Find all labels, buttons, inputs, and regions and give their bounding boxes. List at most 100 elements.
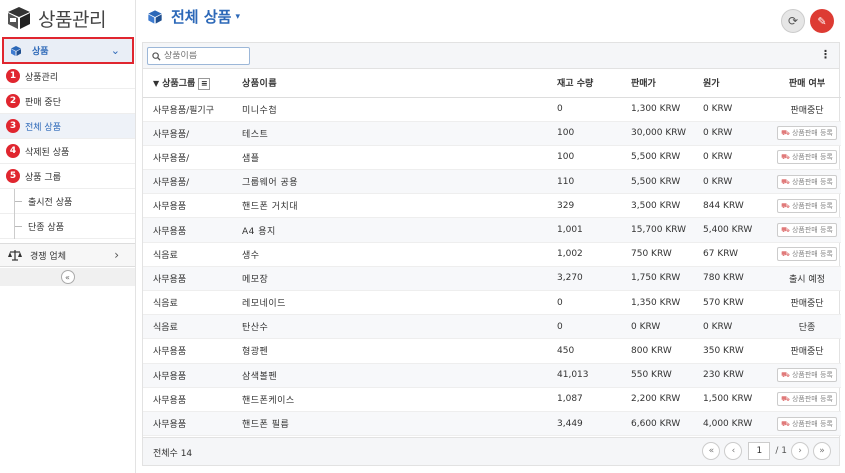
cell-status: 판매중단 xyxy=(773,97,841,122)
cell-name: 핸드폰 거치대 xyxy=(242,193,557,219)
register-sale-button[interactable]: ⛟ 상품판매 등록 xyxy=(777,392,837,407)
number-badge: 3 xyxy=(6,119,20,133)
register-sale-button[interactable]: ⛟ 상품판매 등록 xyxy=(777,247,837,262)
table-row[interactable]: 사무용품/테스트 100 30,000 KRW 0 KRW ⛟ 상품판매 등록 xyxy=(143,121,841,146)
edit-button[interactable]: ✎ xyxy=(810,9,834,33)
cube-icon xyxy=(11,45,21,56)
table-row[interactable]: 사무용품 메모장 3,270 1,750 KRW 780 KRW 출시 예정 xyxy=(143,266,841,292)
register-sale-button[interactable]: ⛟ 상품판매 등록 xyxy=(777,150,837,165)
pencil-icon: ✎ xyxy=(817,14,827,28)
table-row[interactable]: 사무용품 A4 용지 1,001 15,700 KRW 5,400 KRW ⛟ 상품판매 등… xyxy=(143,217,841,243)
column-menu-icon[interactable]: ≡ xyxy=(198,77,211,90)
first-page-button[interactable]: « xyxy=(702,442,721,460)
cell-status: ⛟ 상품판매 등록 xyxy=(773,169,841,195)
pagination: « ‹ 1 / 1 › » xyxy=(698,442,831,460)
table-row[interactable]: 사무용품 핸드폰케이스 1,087 2,200 KRW 1,500 KRW ⛟ 상품판매 등… xyxy=(143,387,841,412)
column-header-status[interactable]: 판매 여부 xyxy=(773,69,841,98)
page-total: / 1 xyxy=(775,446,787,456)
cell-status: ⛟ 상품판매 등록 xyxy=(773,217,841,243)
column-header-cost[interactable]: 원가 xyxy=(703,69,773,98)
sidebar-item-label: 전체 상품 xyxy=(25,122,61,133)
sidebar-item-label: 상품관리 xyxy=(25,72,59,83)
cell-price: 2,200 KRW xyxy=(631,387,703,412)
cell-group: 식음료 xyxy=(143,314,242,340)
cell-price: 1,300 KRW xyxy=(631,97,703,122)
sidebar-item-deleted-products[interactable]: 4 삭제된 상품 xyxy=(0,139,135,164)
table-row[interactable]: 사무용품/샘플 100 5,500 KRW 0 KRW ⛟ 상품판매 등록 xyxy=(143,145,841,171)
sidebar-subitem-label: 출시전 상품 xyxy=(28,197,73,208)
sidebar-section-products[interactable]: 상품 ⌄ xyxy=(2,37,134,64)
register-sale-button[interactable]: ⛟ 상품판매 등록 xyxy=(777,198,837,213)
cart-icon: ⛟ xyxy=(781,371,790,380)
app-title: 상품관리 xyxy=(38,8,106,31)
register-sale-button[interactable]: ⛟ 상품판매 등록 xyxy=(777,174,837,189)
cell-name: 샘플 xyxy=(242,145,557,171)
search-input[interactable] xyxy=(164,51,249,61)
table-toolbar: ⋮ xyxy=(143,43,839,69)
cell-stock: 100 xyxy=(557,121,631,146)
cell-status: ⛟ 상품판매 등록 xyxy=(773,387,841,412)
column-header-price[interactable]: 판매가 xyxy=(631,69,703,98)
cell-group: 사무용품 xyxy=(143,338,242,364)
sidebar-item-all-products[interactable]: 3 전체 상품 xyxy=(0,114,135,139)
register-sale-button[interactable]: ⛟ 상품판매 등록 xyxy=(777,416,837,431)
sidebar-item-label: 삭제된 상품 xyxy=(25,147,70,158)
cell-name: 메모장 xyxy=(242,266,557,292)
cell-group: 사무용품 xyxy=(143,363,242,388)
table-row[interactable]: 사무용품 형광펜 450 800 KRW 350 KRW 판매중단 xyxy=(143,338,841,364)
table-row[interactable]: 사무용품/그룹웨어 공용 110 5,500 KRW 0 KRW ⛟ 상품판매 등록 xyxy=(143,169,841,195)
cell-cost: 780 KRW xyxy=(703,266,773,292)
tree-line xyxy=(14,189,15,239)
sidebar-item-discontinued-sales[interactable]: 2 판매 중단 xyxy=(0,89,135,114)
cell-status: ⛟ 상품판매 등록 xyxy=(773,363,841,388)
column-header-stock[interactable]: 재고 수량 xyxy=(557,69,631,98)
cell-name: 테스트 xyxy=(242,121,557,146)
cell-stock: 0 xyxy=(557,290,631,316)
cell-status: ⛟ 상품판매 등록 xyxy=(773,411,841,437)
register-sale-button[interactable]: ⛟ 상품판매 등록 xyxy=(777,368,837,383)
cell-group: 식음료 xyxy=(143,290,242,316)
column-header-name[interactable]: 상품이름 xyxy=(242,69,557,98)
cell-price: 5,500 KRW xyxy=(631,169,703,195)
sidebar-subitem-prelaunch[interactable]: 출시전 상품 xyxy=(0,189,135,214)
table-row[interactable]: 식음료 탄산수 0 0 KRW 0 KRW 단종 xyxy=(143,314,841,340)
search-box[interactable] xyxy=(147,47,250,65)
refresh-button[interactable]: ⟳ xyxy=(781,9,805,33)
table-row[interactable]: 사무용품 핸드폰 필름 3,449 6,600 KRW 4,000 KRW ⛟ 상품판매 등… xyxy=(143,411,841,437)
register-sale-button[interactable]: ⛟ 상품판매 등록 xyxy=(777,126,837,141)
cell-name: 핸드폰케이스 xyxy=(242,387,557,412)
search-icon xyxy=(152,51,161,61)
table-row[interactable]: 식음료 레모네이드 0 1,350 KRW 570 KRW 판매중단 xyxy=(143,290,841,316)
table-row[interactable]: 사무용품 핸드폰 거치대 329 3,500 KRW 844 KRW ⛟ 상품판매 등록 xyxy=(143,193,841,219)
table-row[interactable]: 식음료 생수 1,002 750 KRW 67 KRW ⛟ 상품판매 등록 xyxy=(143,242,841,267)
sidebar-subitem-discontinued[interactable]: 단종 상품 xyxy=(0,214,135,239)
filter-icon[interactable]: ▼ xyxy=(153,79,159,88)
sidebar-item-competitors[interactable]: 경쟁 업체 › xyxy=(0,243,135,267)
more-options-icon[interactable]: ⋮ xyxy=(820,48,831,61)
cell-price: 5,500 KRW xyxy=(631,145,703,171)
page-title[interactable]: 전체 상품 ▾ xyxy=(147,6,240,27)
page-title-text: 전체 상품 xyxy=(171,8,232,26)
table-row[interactable]: 사무용품/필기구 미니수첩 0 1,300 KRW 0 KRW 판매중단 xyxy=(143,97,841,122)
collapse-sidebar-button[interactable]: « xyxy=(60,270,75,284)
last-page-button[interactable]: » xyxy=(813,442,831,460)
chevron-right-icon: › xyxy=(114,248,119,262)
cell-stock: 1,001 xyxy=(557,217,631,243)
table-row[interactable]: 사무용품 삼색볼펜 41,013 550 KRW 230 KRW ⛟ 상품판매 등록 xyxy=(143,363,841,388)
cell-status: ⛟ 상품판매 등록 xyxy=(773,193,841,219)
cell-cost: 844 KRW xyxy=(703,193,773,219)
register-sale-button[interactable]: ⛟ 상품판매 등록 xyxy=(777,223,837,238)
cell-name: 그룹웨어 공용 xyxy=(242,169,557,195)
page-number-input[interactable]: 1 xyxy=(748,442,771,460)
column-header-group[interactable]: ▼ 상품그룹 ≡ xyxy=(143,69,242,98)
cell-price: 30,000 KRW xyxy=(631,121,703,146)
sidebar-item-product-groups[interactable]: 5 상품 그룹 xyxy=(0,164,135,189)
sidebar-item-product-management[interactable]: 1 상품관리 xyxy=(0,64,135,89)
cell-stock: 41,013 xyxy=(557,363,631,388)
prev-page-button[interactable]: ‹ xyxy=(724,442,743,460)
box-icon xyxy=(8,7,30,29)
cell-cost: 0 KRW xyxy=(703,314,773,340)
table-header-row: ▼ 상품그룹 ≡ 상품이름 재고 수량 판매가 원가 판매 여부 xyxy=(143,69,841,98)
cell-stock: 1,087 xyxy=(557,387,631,412)
next-page-button[interactable]: › xyxy=(791,442,809,460)
